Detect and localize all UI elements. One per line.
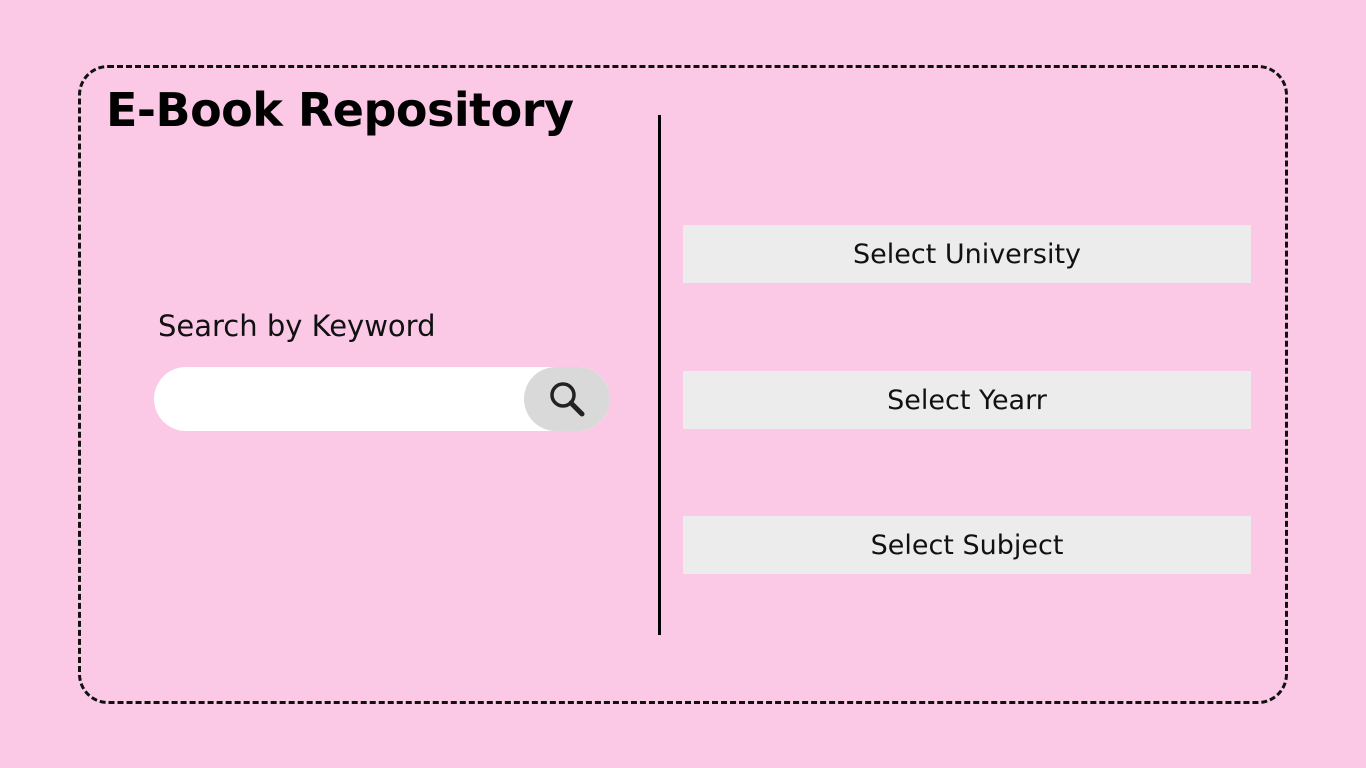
search-bar — [154, 367, 610, 431]
page-title: E-Book Repository — [106, 83, 574, 137]
vertical-divider — [658, 115, 661, 635]
select-university-dropdown[interactable]: Select University — [683, 225, 1251, 283]
search-input[interactable] — [154, 367, 524, 431]
search-label: Search by Keyword — [158, 309, 436, 343]
select-year-label: Select Yearr — [887, 384, 1047, 416]
select-year-dropdown[interactable]: Select Yearr — [683, 371, 1251, 429]
search-button[interactable] — [524, 367, 610, 431]
search-icon — [545, 377, 589, 421]
select-subject-label: Select Subject — [870, 529, 1064, 561]
select-university-label: Select University — [852, 238, 1082, 270]
select-subject-dropdown[interactable]: Select Subject — [683, 516, 1251, 574]
